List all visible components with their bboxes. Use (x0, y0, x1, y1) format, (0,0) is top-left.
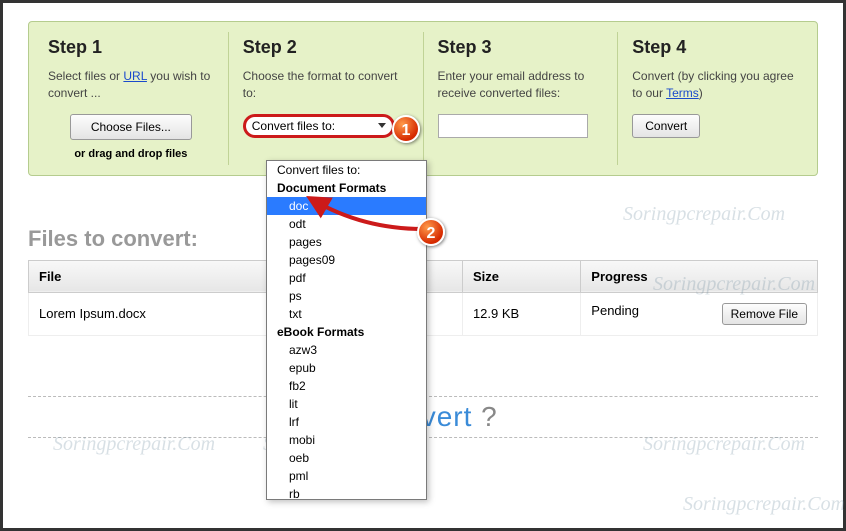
terms-link[interactable]: Terms (666, 86, 699, 100)
step-1: Step 1 Select files or URL you wish to c… (34, 32, 229, 165)
step-2: Step 2 Choose the format to convert to: … (229, 32, 424, 165)
col-progress: Progress (581, 260, 818, 292)
dropdown-item-rb[interactable]: rb (267, 485, 426, 500)
remove-file-button[interactable]: Remove File (722, 303, 807, 325)
dropdown-group-document: Document Formats (267, 179, 426, 197)
dropdown-item-lit[interactable]: lit (267, 395, 426, 413)
step-3-desc: Enter your email address to receive conv… (438, 68, 604, 102)
step-3-title: Step 3 (438, 37, 604, 58)
dropdown-item-txt[interactable]: txt (267, 305, 426, 323)
choose-files-button[interactable]: Choose Files... (70, 114, 192, 140)
dropdown-item-pages[interactable]: pages (267, 233, 426, 251)
watermark: Soringpcrepair.Com (683, 493, 845, 516)
dropdown-item-ps[interactable]: ps (267, 287, 426, 305)
chevron-down-icon (378, 123, 386, 128)
dropdown-item-fb2[interactable]: fb2 (267, 377, 426, 395)
dropdown-item-pml[interactable]: pml (267, 467, 426, 485)
col-size: Size (462, 260, 580, 292)
dropdown-item-epub[interactable]: epub (267, 359, 426, 377)
dropdown-item-mobi[interactable]: mobi (267, 431, 426, 449)
step-1-title: Step 1 (48, 37, 214, 58)
dropdown-item-lrf[interactable]: lrf (267, 413, 426, 431)
format-select[interactable]: Convert files to: (243, 114, 395, 138)
step-4: Step 4 Convert (by clicking you agree to… (618, 32, 812, 165)
dropdown-group-ebook: eBook Formats (267, 323, 426, 341)
step-3: Step 3 Enter your email address to recei… (424, 32, 619, 165)
step-2-title: Step 2 (243, 37, 409, 58)
dropdown-item-oeb[interactable]: oeb (267, 449, 426, 467)
callout-1: 1 (392, 115, 420, 143)
convert-button[interactable]: Convert (632, 114, 700, 138)
url-link[interactable]: URL (123, 69, 147, 83)
cell-progress: Pending Remove File (581, 292, 818, 335)
drag-drop-note: or drag and drop files (48, 148, 214, 160)
dropdown-item-odt[interactable]: odt (267, 215, 426, 233)
dropdown-top[interactable]: Convert files to: (267, 161, 426, 179)
watermark: Soringpcrepair.Com (623, 203, 785, 226)
step-4-desc: Convert (by clicking you agree to our Te… (632, 68, 798, 102)
callout-2: 2 (417, 218, 445, 246)
step-4-title: Step 4 (632, 37, 798, 58)
steps-container: Step 1 Select files or URL you wish to c… (28, 21, 818, 176)
dropdown-item-pdf[interactable]: pdf (267, 269, 426, 287)
dropdown-item-pages09[interactable]: pages09 (267, 251, 426, 269)
cell-size: 12.9 KB (462, 292, 580, 335)
dropdown-item-doc[interactable]: doc (267, 197, 426, 215)
format-dropdown[interactable]: Convert files to: Document Formats docod… (266, 160, 427, 500)
dropdown-item-azw3[interactable]: azw3 (267, 341, 426, 359)
step-1-desc: Select files or URL you wish to convert … (48, 68, 214, 102)
step-2-desc: Choose the format to convert to: (243, 68, 409, 102)
email-field[interactable] (438, 114, 588, 138)
format-select-label: Convert files to: (252, 119, 335, 133)
